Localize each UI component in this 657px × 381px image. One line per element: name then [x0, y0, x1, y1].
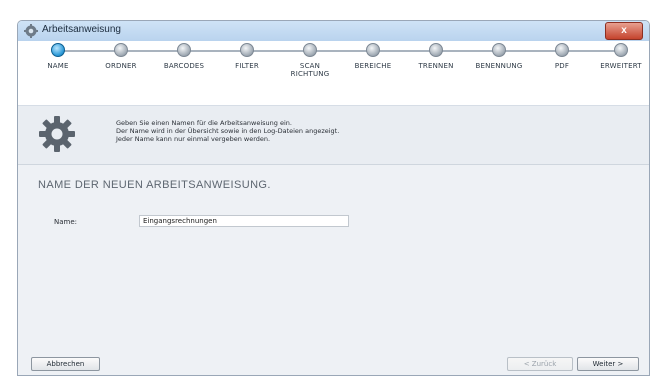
step-erweitert[interactable]: ERWEITERT: [593, 41, 649, 70]
name-input[interactable]: [139, 215, 349, 227]
info-panel: Geben Sie einen Namen für die Arbeitsanw…: [18, 106, 649, 165]
info-line: Jeder Name kann nur einmal vergeben werd…: [116, 135, 271, 143]
cancel-button[interactable]: Abbrechen: [31, 357, 100, 371]
close-button[interactable]: x: [605, 22, 643, 40]
step-label: ORDNER: [105, 62, 137, 70]
step-indicator-icon: [366, 43, 380, 57]
step-label: NAME: [47, 62, 69, 70]
step-bereiche[interactable]: BEREICHE: [338, 41, 408, 70]
step-pdf[interactable]: PDF: [527, 41, 597, 70]
step-indicator-icon: [614, 43, 628, 57]
section-title: NAME DER NEUEN ARBEITSANWEISUNG.: [38, 179, 271, 191]
step-indicator-icon: [429, 43, 443, 57]
step-label: BARCODES: [163, 62, 205, 70]
info-line: Der Name wird in der Übersicht sowie in …: [116, 127, 340, 135]
step-indicator-icon: [492, 43, 506, 57]
title-bar: Arbeitsanweisung x: [18, 21, 649, 42]
wizard-steps: NAME ORDNER BARCODES FILTER SCAN RICHTUN…: [18, 41, 649, 106]
settings-gear-icon: [39, 116, 75, 152]
step-ordner[interactable]: ORDNER: [86, 41, 156, 70]
step-filter[interactable]: FILTER: [212, 41, 282, 70]
step-indicator-icon: [114, 43, 128, 57]
step-trennen[interactable]: TRENNEN: [401, 41, 471, 70]
window-title: Arbeitsanweisung: [42, 24, 121, 35]
step-label: ERWEITERT: [600, 62, 642, 70]
info-text: Geben Sie einen Namen für die Arbeitsanw…: [116, 119, 339, 143]
step-label: PDF: [554, 62, 570, 70]
step-indicator-icon: [51, 43, 65, 57]
step-barcodes[interactable]: BARCODES: [149, 41, 219, 70]
wizard-window: Arbeitsanweisung x NAME ORDNER BARCODES …: [17, 20, 650, 376]
step-label: SCAN RICHTUNG: [290, 62, 330, 78]
step-indicator-icon: [303, 43, 317, 57]
step-label: FILTER: [235, 62, 259, 70]
step-label: TRENNEN: [418, 62, 454, 70]
step-scan-richtung[interactable]: SCAN RICHTUNG: [285, 41, 335, 78]
step-label: BENENNUNG: [475, 62, 523, 70]
step-name[interactable]: NAME: [23, 41, 93, 70]
app-gear-icon: [24, 24, 38, 38]
next-button[interactable]: Weiter >: [577, 357, 639, 371]
step-indicator-icon: [555, 43, 569, 57]
step-label: BEREICHE: [354, 62, 392, 70]
back-button[interactable]: < Zurück: [507, 357, 573, 371]
name-label: Name:: [54, 218, 78, 226]
step-benennung[interactable]: BENENNUNG: [464, 41, 534, 70]
step-indicator-icon: [240, 43, 254, 57]
info-line: Geben Sie einen Namen für die Arbeitsanw…: [116, 119, 292, 127]
step-indicator-icon: [177, 43, 191, 57]
